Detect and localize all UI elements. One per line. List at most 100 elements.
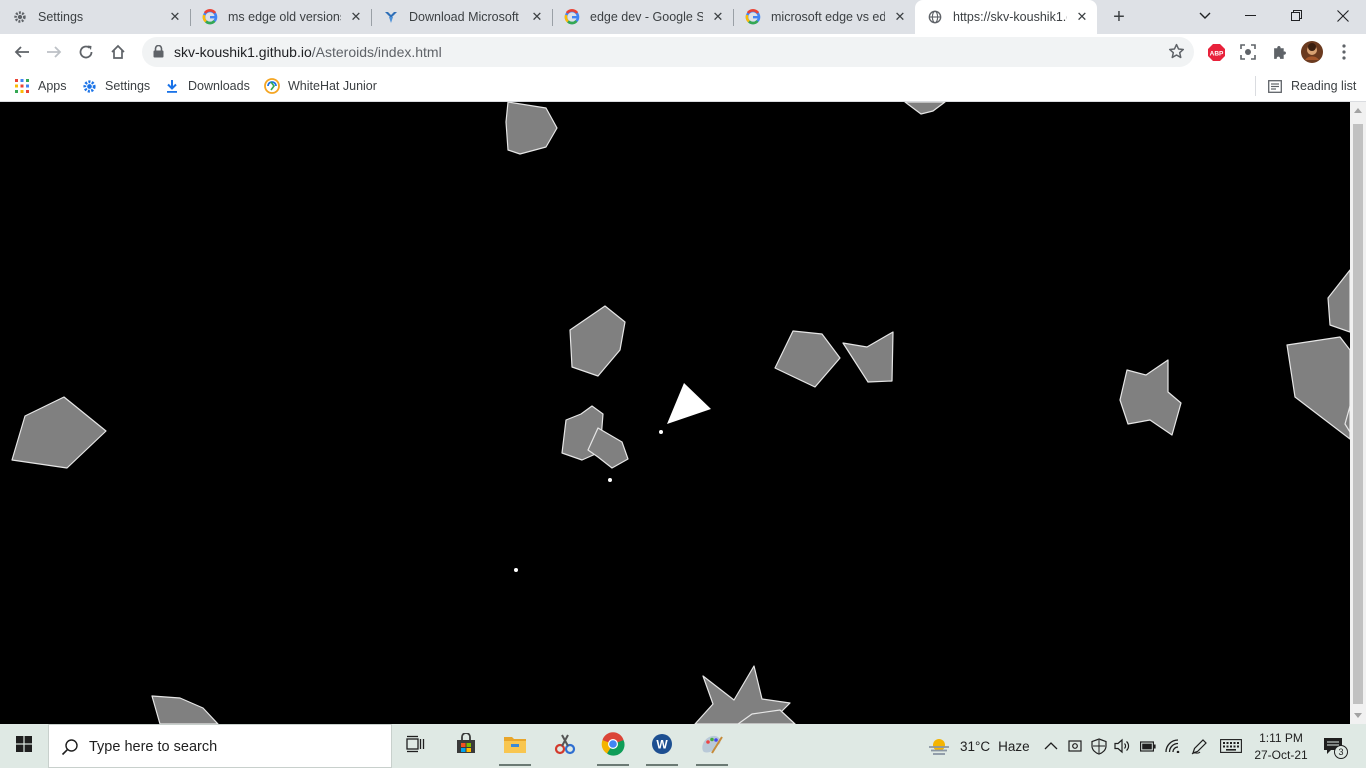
tab-settings[interactable]: Settings ✕ xyxy=(0,0,191,34)
weather-widget[interactable]: 31°C Haze xyxy=(928,724,1030,768)
asteroid xyxy=(505,102,558,155)
taskbar-store[interactable] xyxy=(446,730,486,762)
bookmarks-separator xyxy=(1255,76,1256,96)
start-button[interactable] xyxy=(0,724,48,768)
close-icon[interactable]: ✕ xyxy=(530,10,544,24)
player-ship xyxy=(667,383,711,424)
tray-battery[interactable] xyxy=(1140,724,1156,768)
tab-asteroids-active[interactable]: https://skv-koushik1.g ✕ xyxy=(915,0,1097,34)
asteroids-game-canvas[interactable] xyxy=(0,102,1350,724)
bookmark-downloads[interactable]: Downloads xyxy=(164,76,250,96)
close-icon[interactable]: ✕ xyxy=(1075,10,1089,24)
address-bar[interactable]: skv-koushik1.github.io/Asteroids/index.h… xyxy=(142,37,1194,67)
taskbar-file-explorer[interactable] xyxy=(495,730,535,766)
paint-palette-icon xyxy=(700,733,724,760)
search-icon xyxy=(61,738,79,761)
bookmarks-bar: Apps Settings Downloads WhiteHat Junior xyxy=(0,70,1366,102)
minimize-button[interactable] xyxy=(1228,0,1274,32)
tab-title: Download Microsoft E xyxy=(409,10,522,24)
bullet xyxy=(659,430,663,434)
windows-logo-icon xyxy=(16,735,32,757)
taskbar-clock[interactable]: 1:11 PM 27-Oct-21 xyxy=(1248,730,1314,764)
taskbar-paint[interactable] xyxy=(692,730,732,766)
taskbar-search-box[interactable]: Type here to search xyxy=(48,724,392,768)
bookmark-label: Apps xyxy=(38,79,67,93)
extensions-puzzle-icon[interactable] xyxy=(1270,42,1290,62)
reading-list-icon xyxy=(1267,78,1283,94)
taskbar-word[interactable]: W xyxy=(642,730,682,766)
close-icon[interactable]: ✕ xyxy=(168,10,182,24)
tab-edge-dev-google-search[interactable]: edge dev - Google Se ✕ xyxy=(552,0,734,34)
close-icon[interactable]: ✕ xyxy=(711,10,725,24)
asteroid xyxy=(1286,336,1350,440)
tab-title: ms edge old versions xyxy=(228,10,341,24)
forward-button[interactable] xyxy=(42,40,66,64)
running-indicator xyxy=(696,764,728,766)
tray-camera[interactable] xyxy=(1068,724,1082,768)
adblock-plus-icon[interactable]: ABP xyxy=(1206,42,1226,62)
lock-icon[interactable] xyxy=(153,44,164,63)
tab-search-chevron-down-icon[interactable] xyxy=(1182,0,1228,32)
asteroid xyxy=(842,331,894,383)
taskbar-chrome[interactable] xyxy=(593,730,633,766)
google-icon xyxy=(202,9,218,25)
asteroid xyxy=(774,330,841,388)
scrollbar-thumb[interactable] xyxy=(1353,124,1363,704)
close-icon[interactable]: ✕ xyxy=(893,10,907,24)
bookmark-star-icon[interactable] xyxy=(1168,43,1185,65)
restore-button[interactable] xyxy=(1274,0,1320,32)
task-view-button[interactable] xyxy=(396,730,436,762)
taskbar-snip-app[interactable] xyxy=(545,730,585,762)
show-hidden-icons[interactable] xyxy=(1044,724,1058,768)
reload-button[interactable] xyxy=(74,40,98,64)
tab-strip: Settings ✕ ms edge old versions ✕ Downlo… xyxy=(0,0,1366,34)
notification-icon: 3 xyxy=(1323,737,1348,759)
windows-taskbar: Type here to search W 31°C Haze 1:11 PM … xyxy=(0,724,1366,768)
page-scrollbar[interactable] xyxy=(1350,102,1366,724)
chevron-up-icon xyxy=(1044,741,1058,751)
camera-icon xyxy=(1068,738,1082,754)
screen: Settings ✕ ms edge old versions ✕ Downlo… xyxy=(0,0,1366,768)
tab-title: Settings xyxy=(38,10,84,24)
reading-list-button[interactable]: Reading list xyxy=(1267,76,1356,96)
weather-haze-icon xyxy=(928,736,950,756)
menu-kebab-icon[interactable] xyxy=(1334,42,1354,62)
clock-time: 1:11 PM xyxy=(1259,731,1303,745)
weather-condition: Haze xyxy=(998,738,1030,754)
scroll-down-arrow[interactable] xyxy=(1354,713,1362,718)
weather-temp: 31°C xyxy=(960,738,991,754)
bookmark-settings[interactable]: Settings xyxy=(81,76,150,96)
close-window-button[interactable] xyxy=(1320,0,1366,32)
tray-volume[interactable] xyxy=(1114,724,1131,768)
profile-avatar[interactable] xyxy=(1300,40,1324,64)
browser-toolbar: skv-koushik1.github.io/Asteroids/index.h… xyxy=(0,34,1366,70)
chrome-icon xyxy=(601,731,625,761)
tray-defender[interactable] xyxy=(1091,724,1107,768)
task-view-icon xyxy=(406,735,426,758)
tab-ms-edge-old-versions[interactable]: ms edge old versions ✕ xyxy=(190,0,372,34)
download-icon xyxy=(164,78,180,94)
tab-microsoft-edge-vs-edge[interactable]: microsoft edge vs edg ✕ xyxy=(733,0,915,34)
action-center-button[interactable]: 3 xyxy=(1323,724,1348,768)
tab-download-microsoft-edge[interactable]: Download Microsoft E ✕ xyxy=(371,0,553,34)
home-button[interactable] xyxy=(106,40,130,64)
asteroid xyxy=(1327,269,1350,333)
tray-keyboard[interactable] xyxy=(1220,724,1242,768)
new-tab-button[interactable]: + xyxy=(1108,7,1130,27)
battery-icon xyxy=(1140,740,1156,752)
asteroid xyxy=(11,396,107,469)
speaker-icon xyxy=(1114,738,1131,754)
tray-pen[interactable] xyxy=(1191,724,1208,768)
tray-network[interactable] xyxy=(1165,724,1181,768)
screen-capture-icon[interactable] xyxy=(1238,42,1258,62)
google-icon xyxy=(745,9,761,25)
word-app-icon: W xyxy=(651,733,673,760)
tab-title: https://skv-koushik1.g xyxy=(953,10,1067,24)
close-icon[interactable]: ✕ xyxy=(349,10,363,24)
bookmark-whitehat-junior[interactable]: WhiteHat Junior xyxy=(264,76,377,96)
back-button[interactable] xyxy=(10,40,34,64)
tab-title: microsoft edge vs edg xyxy=(771,10,885,24)
bookmark-apps[interactable]: Apps xyxy=(14,76,67,96)
search-placeholder: Type here to search xyxy=(89,739,218,755)
scroll-up-arrow[interactable] xyxy=(1354,108,1362,113)
